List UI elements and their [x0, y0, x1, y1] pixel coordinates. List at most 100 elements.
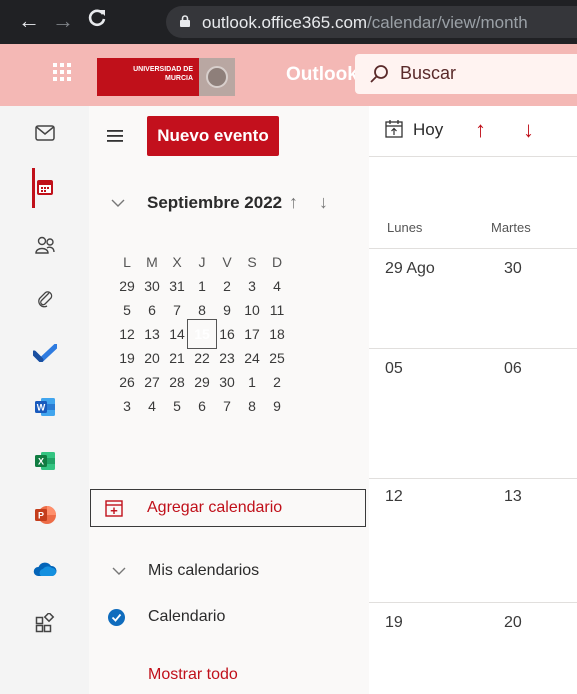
mini-calendar-day[interactable]: 5: [115, 298, 139, 322]
lock-icon: [180, 15, 190, 27]
mini-calendar-day[interactable]: 17: [240, 322, 264, 346]
url-text: outlook.office365.com/calendar/view/mont…: [202, 13, 528, 32]
week-row-divider: [369, 478, 577, 479]
weekday-header: X: [172, 254, 182, 270]
calendar-icon[interactable]: [32, 174, 58, 200]
today-calendar-icon[interactable]: [385, 120, 403, 138]
mini-calendar-day[interactable]: 27: [140, 370, 164, 394]
mini-calendar-week: 3456789: [115, 394, 290, 418]
mini-calendar-day[interactable]: 5: [165, 394, 189, 418]
mini-calendar-day[interactable]: 1: [240, 370, 264, 394]
mini-calendar-day[interactable]: 9: [265, 394, 289, 418]
people-icon[interactable]: [32, 232, 58, 258]
day-cell-label[interactable]: 19: [385, 614, 403, 632]
show-all-link[interactable]: Mostrar todo: [148, 666, 238, 684]
day-cell-label[interactable]: 13: [504, 488, 522, 506]
mini-calendar-day[interactable]: 30: [140, 274, 164, 298]
mini-calendar-day[interactable]: 3: [115, 394, 139, 418]
mail-icon[interactable]: [32, 120, 58, 146]
mini-calendar-day-today[interactable]: 15: [187, 319, 217, 349]
mini-calendar-day[interactable]: 24: [240, 346, 264, 370]
day-cell-label[interactable]: 12: [385, 488, 403, 506]
calendar-item-label: Calendario: [148, 608, 226, 625]
mini-calendar-day[interactable]: 26: [115, 370, 139, 394]
week-row-divider: [369, 602, 577, 603]
mini-calendar-day[interactable]: 6: [190, 394, 214, 418]
mini-calendar-week: 5 6 7 8 9 10 11: [115, 298, 290, 322]
calendar-checked-icon[interactable]: [108, 609, 125, 626]
mini-calendar-day[interactable]: 14: [165, 322, 189, 346]
app-name[interactable]: Outlook: [286, 64, 358, 86]
mini-calendar-day[interactable]: 29: [190, 370, 214, 394]
mini-calendar-day[interactable]: 31: [165, 274, 189, 298]
weekday-header: D: [271, 254, 283, 270]
attachment-icon[interactable]: [32, 286, 58, 312]
university-logo[interactable]: UNIVERSIDAD DE MURCIA: [97, 58, 235, 96]
weekday-header-row: LMXJVSD: [115, 250, 290, 274]
mini-calendar-day[interactable]: 1: [190, 274, 214, 298]
back-arrow-icon[interactable]: ←: [18, 6, 40, 36]
day-cell-label[interactable]: 29 Ago: [385, 260, 435, 278]
previous-period-icon[interactable]: ↑: [475, 117, 486, 143]
mini-calendar-day[interactable]: 9: [215, 298, 239, 322]
reload-icon[interactable]: [86, 7, 108, 37]
today-button[interactable]: Hoy: [413, 120, 443, 140]
address-bar[interactable]: outlook.office365.com/calendar/view/mont…: [166, 6, 577, 38]
mini-calendar-day[interactable]: 12: [115, 322, 139, 346]
add-calendar-icon: [105, 500, 123, 517]
mini-calendar-day[interactable]: 2: [215, 274, 239, 298]
next-period-icon[interactable]: ↓: [523, 117, 534, 143]
weekday-header: S: [247, 254, 257, 270]
day-cell-label[interactable]: 06: [504, 360, 522, 378]
mini-calendar-day[interactable]: 25: [265, 346, 289, 370]
new-event-button[interactable]: Nuevo evento: [147, 116, 279, 156]
mini-calendar-day[interactable]: 23: [215, 346, 239, 370]
mini-calendar-day[interactable]: 10: [240, 298, 264, 322]
app-header: UNIVERSIDAD DE MURCIA Outlook Buscar: [0, 44, 577, 106]
more-apps-icon[interactable]: [32, 610, 58, 636]
previous-month-icon[interactable]: ↑: [289, 192, 298, 213]
mini-calendar-day[interactable]: 20: [140, 346, 164, 370]
forward-arrow-icon[interactable]: →: [52, 6, 74, 36]
mini-calendar-week: 26 27 28 29 30 1 2: [115, 370, 290, 394]
onedrive-icon[interactable]: [32, 556, 58, 582]
mini-calendar-day[interactable]: 28: [165, 370, 189, 394]
add-calendar-label: Agregar calendario: [147, 499, 283, 516]
logo-wordmark: UNIVERSIDAD DE MURCIA: [97, 58, 199, 96]
excel-icon[interactable]: X: [32, 448, 58, 474]
powerpoint-icon[interactable]: P: [32, 502, 58, 528]
mini-calendar-day[interactable]: 29: [115, 274, 139, 298]
mini-calendar-day[interactable]: 2: [265, 370, 289, 394]
mini-calendar-month[interactable]: Septiembre 2022: [147, 193, 282, 213]
mini-calendar-day[interactable]: 13: [140, 322, 164, 346]
day-cell-label[interactable]: 20: [504, 614, 522, 632]
day-cell-label[interactable]: 30: [504, 260, 522, 278]
search-icon: [370, 65, 388, 83]
mini-calendar-day[interactable]: 7: [215, 394, 239, 418]
word-icon[interactable]: W: [32, 394, 58, 420]
mini-calendar-day[interactable]: 11: [265, 298, 289, 322]
mini-calendar-day[interactable]: 4: [140, 394, 164, 418]
next-month-icon[interactable]: ↓: [319, 192, 328, 213]
mini-calendar-day[interactable]: 18: [265, 322, 289, 346]
mini-calendar-day[interactable]: 4: [265, 274, 289, 298]
mini-calendar-day[interactable]: 8: [240, 394, 264, 418]
mini-calendar-day[interactable]: 8: [190, 298, 214, 322]
mini-calendar-day[interactable]: 30: [215, 370, 239, 394]
hamburger-menu-icon[interactable]: [107, 130, 123, 142]
mini-calendar-day[interactable]: 21: [165, 346, 189, 370]
mini-calendar-grid: LMXJVSD 29 30 31 1 2 3 4 5 6 7 8 9 10 11 12 13 14 15 16 17 1…: [115, 250, 290, 418]
add-calendar-button[interactable]: Agregar calendario: [90, 489, 366, 527]
mini-calendar-day[interactable]: 19: [115, 346, 139, 370]
collapse-chevron-icon[interactable]: [111, 198, 125, 208]
todo-icon[interactable]: [32, 340, 58, 366]
mini-calendar-day[interactable]: 16: [215, 322, 239, 346]
mini-calendar-day[interactable]: 7: [165, 298, 189, 322]
mini-calendar-day[interactable]: 22: [190, 346, 214, 370]
mini-calendar-day[interactable]: 3: [240, 274, 264, 298]
search-placeholder: Buscar: [400, 63, 457, 83]
mini-calendar-day[interactable]: 6: [140, 298, 164, 322]
app-launcher-icon[interactable]: [52, 62, 72, 82]
search-box[interactable]: Buscar: [355, 54, 577, 94]
day-cell-label[interactable]: 05: [385, 360, 403, 378]
